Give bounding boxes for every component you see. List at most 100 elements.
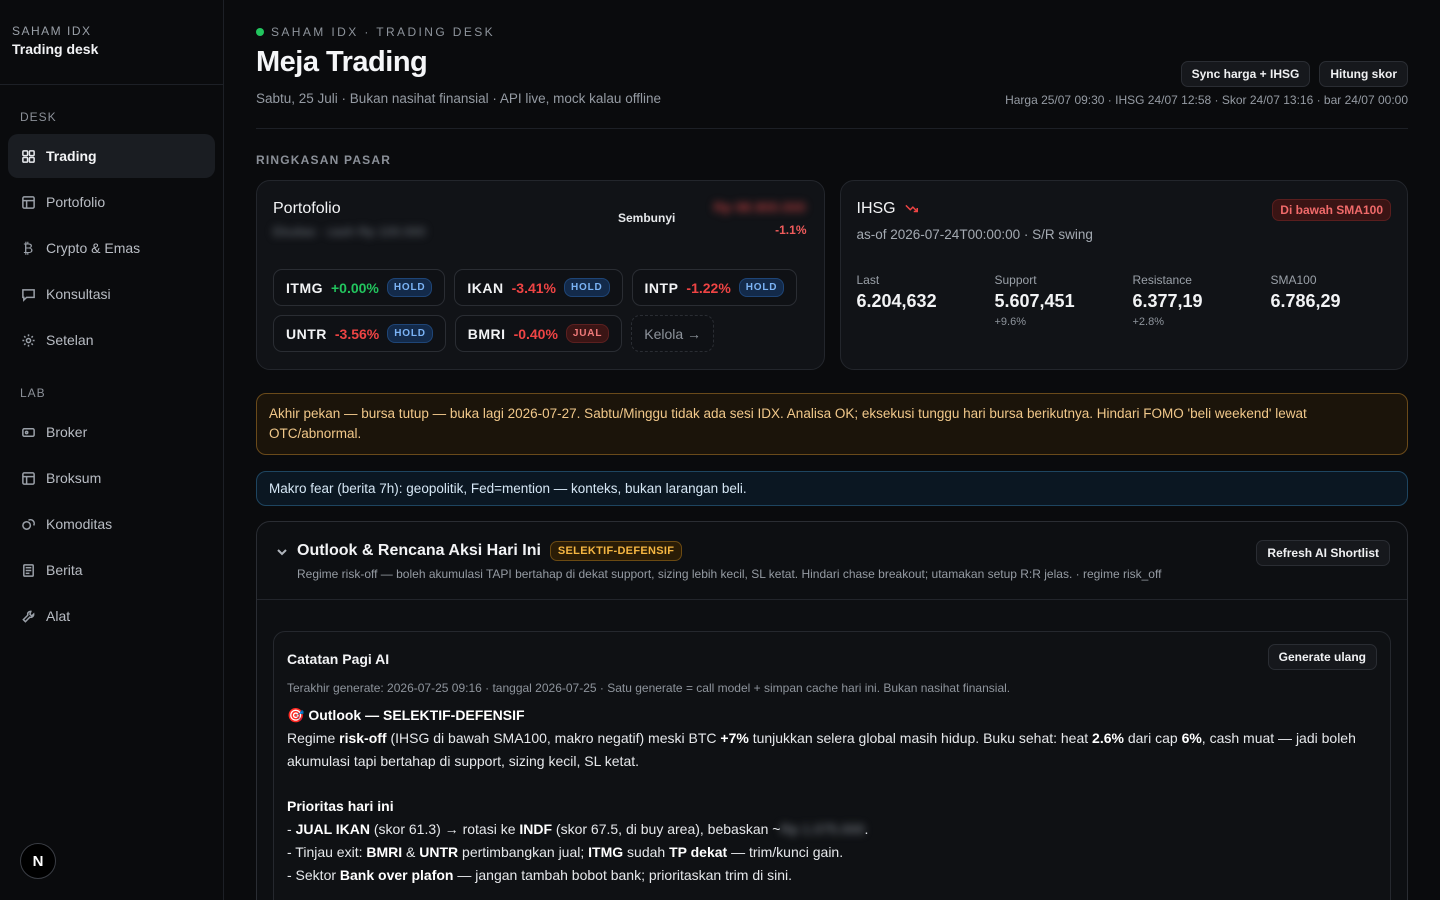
priority-item: - Sektor Bank over plafon — jangan tamba…	[287, 864, 1377, 887]
grid-icon	[20, 148, 36, 164]
page-header: SAHAM IDX · TRADING DESK Meja Trading Sa…	[256, 0, 1408, 129]
sidebar-item-label: Alat	[46, 608, 71, 624]
holding-chip[interactable]: ITMG +0.00% HOLD	[273, 269, 446, 306]
note-emphasis: TP dekat	[669, 844, 728, 860]
holding-chip[interactable]: UNTR -3.56% HOLD	[273, 315, 446, 352]
sidebar-item-setelan[interactable]: Setelan	[8, 318, 215, 362]
holding-change: -1.22%	[686, 279, 731, 296]
chevron-down-icon[interactable]	[276, 545, 288, 563]
sidebar-item-broksum[interactable]: Broksum	[8, 456, 215, 500]
sidebar-item-label: Konsultasi	[46, 286, 111, 302]
page-title: Meja Trading	[256, 46, 428, 78]
market-cards: Portofolio Ekuitas · cash Rp 100.000 Sem…	[256, 180, 1408, 370]
sidebar-item-label: Setelan	[46, 332, 94, 348]
holding-action-badge: HOLD	[387, 324, 433, 343]
note-text: — trim/kunci gain.	[727, 844, 844, 860]
outlook-stance-badge: SELEKTIF-DEFENSIF	[549, 541, 683, 561]
compute-score-button[interactable]: Hitung skor	[1319, 61, 1408, 87]
page-kicker: SAHAM IDX · TRADING DESK	[256, 25, 495, 39]
regenerate-button[interactable]: Generate ulang	[1267, 644, 1377, 670]
note-text: - Tinjau exit:	[287, 844, 367, 860]
outlook-header[interactable]: Outlook & Rencana Aksi Hari Ini SELEKTIF…	[257, 522, 1407, 600]
sidebar-item-konsultasi[interactable]: Konsultasi	[8, 272, 215, 316]
hide-values-toggle[interactable]: Sembunyi	[618, 211, 675, 225]
stat-value: 6.204,632	[856, 291, 937, 311]
note-text: tunjukkan selera global masih hidup. Buk…	[752, 730, 1089, 746]
coins-icon	[20, 516, 36, 532]
holding-change: -3.56%	[334, 325, 380, 342]
framework-badge[interactable]: N	[20, 843, 56, 879]
priority-title: Prioritas hari ini	[287, 795, 1377, 818]
stat-resistance: Resistance 6.377,19 +2.8%	[1133, 273, 1271, 328]
note-text: pertimbangkan jual;	[458, 844, 589, 860]
note-paragraph: Regime risk-off (IHSG di bawah SMA100, m…	[287, 727, 1377, 773]
outlook-title: Outlook & Rencana Aksi Hari Ini	[297, 542, 541, 559]
gear-icon	[20, 332, 36, 348]
portfolio-value-hidden: Rp 98.900.000	[713, 199, 806, 215]
sidebar-item-label: Crypto & Emas	[46, 240, 141, 256]
nav-section-desk: DESK	[20, 110, 57, 124]
holding-chip[interactable]: BMRI -0.40% JUAL	[454, 315, 623, 352]
note-text: - Sektor	[287, 867, 340, 883]
note-emphasis: ITMG	[588, 844, 624, 860]
holding-change: +0.00%	[331, 279, 379, 296]
note-text: Regime	[287, 730, 336, 746]
outlook-title-row: Outlook & Rencana Aksi Hari Ini SELEKTIF…	[297, 541, 683, 561]
stat-last: Last 6.204,632	[857, 273, 995, 328]
holding-action-badge: HOLD	[738, 278, 785, 297]
sidebar-item-berita[interactable]: Berita	[8, 548, 215, 592]
sync-prices-button[interactable]: Sync harga + IHSG	[1180, 61, 1311, 87]
holding-chip[interactable]: IKAN -3.41% HOLD	[454, 269, 623, 306]
bitcoin-icon: ₿	[22, 240, 34, 256]
note-text: sudah	[623, 844, 670, 860]
sidebar-item-broker[interactable]: Broker	[8, 410, 215, 454]
stat-label: Last	[856, 273, 880, 287]
stat-value: 6.786,29	[1270, 291, 1341, 311]
stat-label: SMA100	[1270, 273, 1317, 287]
ihsg-stats: Last 6.204,632 Support 5.607,451 +9.6% R…	[857, 273, 1409, 328]
note-text: (skor 67.5, di buy area), bebaskan ~	[552, 821, 781, 837]
ihsg-title-row: IHSG	[857, 200, 920, 218]
note-emphasis: Bank over plafon	[339, 867, 454, 883]
sidebar-item-trading[interactable]: Trading	[8, 134, 215, 178]
brand-kicker: SAHAM IDX	[12, 24, 92, 38]
data-timestamps: Harga 25/07 09:30 · IHSG 24/07 12:58 · S…	[1005, 93, 1408, 107]
sidebar-item-label: Broker	[46, 424, 88, 440]
section-label-market: RINGKASAN PASAR	[256, 153, 392, 167]
note-text: — jangan tambah bobot bank; prioritaskan…	[453, 867, 793, 883]
stat-label: Resistance	[1132, 273, 1192, 287]
note-heading-text: Outlook — SELEKTIF-DEFENSIF	[308, 707, 525, 723]
newspaper-icon	[20, 562, 36, 578]
holding-action-badge: HOLD	[386, 278, 433, 297]
stat-sma100: SMA100 6.786,29	[1271, 273, 1409, 328]
sidebar-item-komoditas[interactable]: Komoditas	[8, 502, 215, 546]
manage-portfolio-link[interactable]: Kelola →	[631, 315, 715, 352]
sidebar-item-crypto-emas[interactable]: ₿ Crypto & Emas	[8, 226, 215, 270]
holding-ticker: INTP	[644, 279, 679, 296]
stat-value: 6.377,19	[1132, 291, 1203, 311]
note-emphasis: +7%	[720, 730, 749, 746]
outlook-panel: Outlook & Rencana Aksi Hari Ini SELEKTIF…	[256, 521, 1408, 900]
stat-sub: +2.8%	[1132, 316, 1165, 328]
note-emphasis: 6%	[1181, 730, 1202, 746]
sidebar-item-portofolio[interactable]: Portofolio	[8, 180, 215, 224]
ihsg-card: IHSG Di bawah SMA100 as-of 2026-07-24T00…	[839, 180, 1409, 370]
holding-chip[interactable]: INTP -1.22% HOLD	[631, 269, 798, 306]
note-emphasis: BMRI	[366, 844, 403, 860]
brand-title: Trading desk	[12, 41, 99, 57]
sidebar-item-alat[interactable]: Alat	[8, 594, 215, 638]
portfolio-subtitle-hidden: Ekuitas · cash Rp 100.000	[273, 224, 426, 239]
portfolio-change-pct: -1.1%	[775, 223, 807, 237]
sidebar-item-label: Broksum	[46, 470, 102, 486]
holdings-list: ITMG +0.00% HOLD IKAN -3.41% HOLD INTP -…	[273, 269, 813, 352]
weekend-alert: Akhir pekan — bursa tutup — buka lagi 20…	[256, 393, 1408, 455]
sidebar-item-label: Komoditas	[46, 516, 113, 532]
trend-down-icon	[904, 201, 920, 218]
stat-support: Support 5.607,451 +9.6%	[995, 273, 1133, 328]
outlook-subtitle: Regime risk-off — boleh akumulasi TAPI b…	[297, 567, 1162, 581]
refresh-ai-shortlist-button[interactable]: Refresh AI Shortlist	[1256, 540, 1390, 566]
holding-action-badge: HOLD	[564, 278, 610, 297]
holding-change: -3.41%	[511, 279, 556, 296]
chat-icon	[20, 286, 36, 302]
